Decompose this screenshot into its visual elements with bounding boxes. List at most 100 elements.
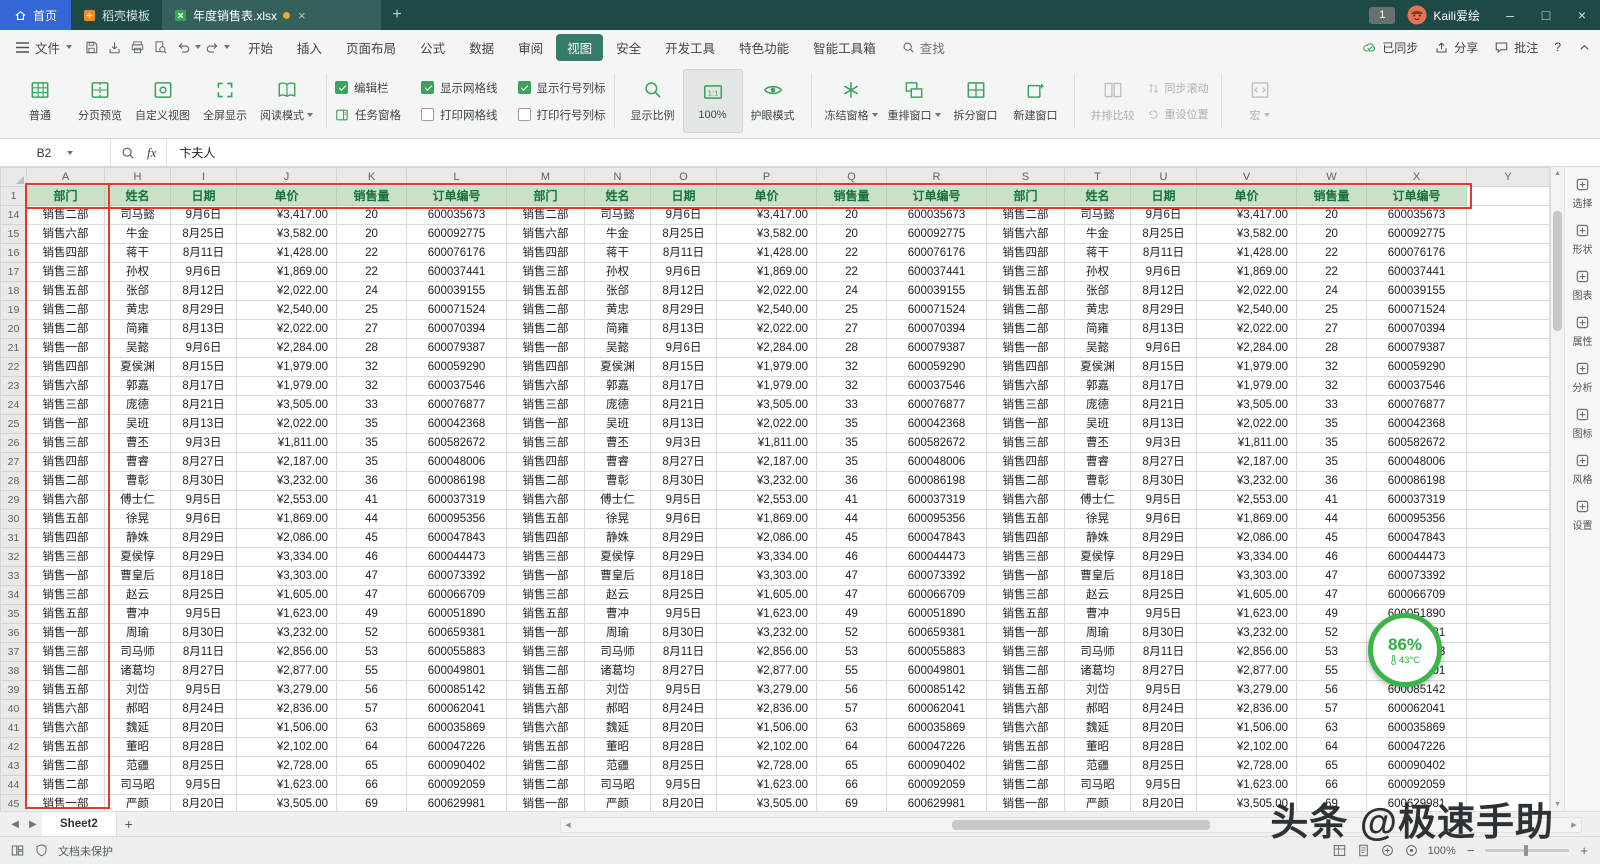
cell[interactable]: 9月5日 [651,491,717,510]
cell[interactable] [1467,339,1550,358]
cell[interactable]: 9月6日 [651,510,717,529]
cell[interactable]: 600047226 [887,738,987,757]
show-headings-checkbox[interactable]: 显示行号列标 [518,80,606,96]
cell[interactable]: ¥3,279.00 [717,681,817,700]
cell[interactable]: 8月20日 [1131,795,1197,812]
sheet-nav-prev-icon[interactable]: ◀ [6,819,24,830]
cell[interactable] [1467,529,1550,548]
cell[interactable]: 8月17日 [171,377,237,396]
cell[interactable]: 曹睿 [585,453,651,472]
cell[interactable]: 吴班 [585,415,651,434]
cell[interactable]: ¥2,102.00 [1197,738,1297,757]
cell[interactable]: ¥2,553.00 [237,491,337,510]
cell[interactable]: 8月11日 [171,643,237,662]
row-header-24[interactable]: 24 [1,396,27,415]
cell[interactable]: ¥2,022.00 [1197,282,1297,301]
cell[interactable]: 销售三部 [27,434,105,453]
cell[interactable]: 魏延 [585,719,651,738]
cell[interactable]: 销售二部 [507,206,585,225]
header-cell[interactable]: 销售量 [817,187,887,206]
cell[interactable] [1467,586,1550,605]
cell[interactable]: 41 [817,491,887,510]
cell[interactable]: 8月18日 [1131,567,1197,586]
task-pane-button[interactable]: 任务窗格 [335,107,401,123]
cell[interactable]: 600037319 [1367,491,1467,510]
cell[interactable]: 销售二部 [987,662,1065,681]
split-window-button[interactable]: 拆分窗口 [946,69,1006,133]
cell[interactable]: 27 [1297,320,1367,339]
cell[interactable]: ¥1,605.00 [237,586,337,605]
cell[interactable]: ¥3,334.00 [717,548,817,567]
column-header-N[interactable]: N [585,168,651,187]
cell[interactable]: ¥2,836.00 [1197,700,1297,719]
cell[interactable]: 8月24日 [171,700,237,719]
cell[interactable] [1467,225,1550,244]
cell[interactable]: ¥1,869.00 [237,510,337,529]
cell[interactable]: 董昭 [1065,738,1131,757]
cell[interactable]: 8月11日 [1131,244,1197,263]
cell[interactable]: ¥3,582.00 [237,225,337,244]
cell[interactable]: 20 [817,206,887,225]
cell[interactable]: 25 [337,301,407,320]
header-cell[interactable]: 订单编号 [1367,187,1467,206]
cell[interactable] [1467,700,1550,719]
cell[interactable]: ¥2,022.00 [237,415,337,434]
cell[interactable]: 赵云 [585,586,651,605]
cell[interactable]: 9月6日 [171,206,237,225]
cell[interactable]: 徐晃 [105,510,171,529]
cell[interactable]: 销售六部 [507,700,585,719]
formula-bar-checkbox[interactable]: 编辑栏 [335,80,401,96]
cell[interactable]: 9月3日 [651,434,717,453]
cell[interactable]: 8月29日 [651,548,717,567]
cell[interactable]: 600062041 [1367,700,1467,719]
cell[interactable]: 600629981 [887,795,987,812]
cell[interactable]: 销售三部 [507,643,585,662]
cell[interactable]: 牛金 [585,225,651,244]
cell[interactable]: ¥1,811.00 [1197,434,1297,453]
cell[interactable]: 41 [1297,491,1367,510]
cell[interactable]: 56 [337,681,407,700]
cell[interactable]: 600070394 [1367,320,1467,339]
cell[interactable]: 600582672 [1367,434,1467,453]
cell[interactable]: 8月27日 [171,453,237,472]
cell[interactable]: 25 [1297,301,1367,320]
cell[interactable]: ¥2,553.00 [1197,491,1297,510]
column-header-Y[interactable]: Y [1467,168,1550,187]
cell[interactable] [1467,719,1550,738]
cell[interactable]: 8月13日 [1131,415,1197,434]
row-header-29[interactable]: 29 [1,491,27,510]
redo-button[interactable] [201,37,224,58]
cell[interactable]: 销售五部 [987,681,1065,700]
cell[interactable]: 销售六部 [507,225,585,244]
collapse-ribbon-button[interactable] [1577,40,1592,55]
cell[interactable]: 8月24日 [1131,700,1197,719]
cell[interactable]: 53 [817,643,887,662]
row-header-15[interactable]: 15 [1,225,27,244]
cell[interactable]: 35 [817,434,887,453]
header-cell[interactable]: 姓名 [585,187,651,206]
cell[interactable] [1467,282,1550,301]
cell[interactable]: 24 [1297,282,1367,301]
cell[interactable]: 24 [817,282,887,301]
cell[interactable]: ¥1,428.00 [1197,244,1297,263]
cell[interactable]: ¥3,232.00 [717,472,817,491]
row-header-38[interactable]: 38 [1,662,27,681]
cell[interactable]: 600042368 [887,415,987,434]
cell[interactable]: 销售二部 [27,472,105,491]
cell[interactable]: 600071524 [887,301,987,320]
cell[interactable]: 8月27日 [1131,662,1197,681]
cell[interactable]: 600037441 [1367,263,1467,282]
cell[interactable]: 黄忠 [105,301,171,320]
help-button[interactable]: ? [1554,40,1561,54]
cell[interactable]: 曹丕 [1065,434,1131,453]
header-cell[interactable]: 日期 [171,187,237,206]
cell[interactable]: 8月30日 [171,472,237,491]
cell[interactable]: 8月13日 [1131,320,1197,339]
cell[interactable]: 53 [337,643,407,662]
cell[interactable]: 销售三部 [507,396,585,415]
cell[interactable]: 销售六部 [987,700,1065,719]
cell[interactable]: 刘岱 [585,681,651,700]
cell[interactable]: 46 [1297,548,1367,567]
cell[interactable]: 销售三部 [27,263,105,282]
cell[interactable]: 8月28日 [651,738,717,757]
